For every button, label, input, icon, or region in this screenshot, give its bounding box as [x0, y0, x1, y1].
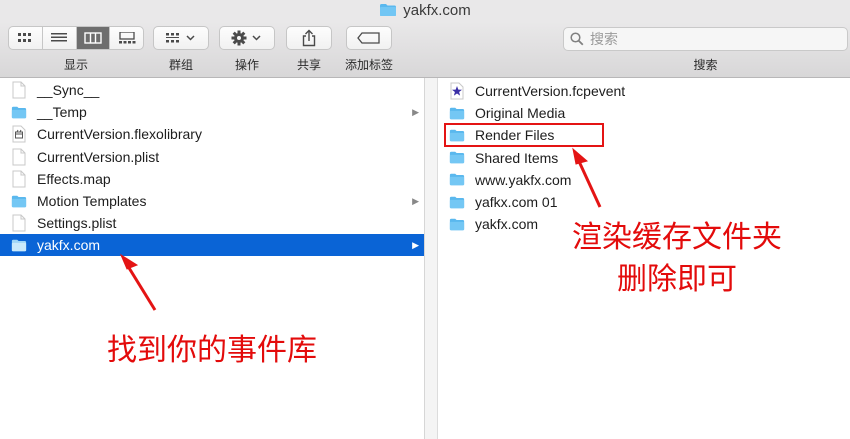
file-row[interactable]: CurrentVersion.flexolibrary	[0, 123, 424, 145]
folder-row[interactable]: Original Media	[438, 102, 850, 124]
item-label: yakfx.com	[37, 237, 101, 254]
item-label: yafkx.com 01	[475, 194, 558, 210]
star-document-icon	[449, 82, 465, 100]
annotation-delete-cache-line1: 渲染缓存文件夹	[572, 220, 782, 255]
item-label: Motion Templates	[37, 193, 147, 209]
column-view-icon	[84, 32, 102, 44]
annotation-find-library: 找到你的事件库	[107, 333, 317, 368]
item-label: yakfx.com	[475, 216, 539, 233]
item-label: Shared Items	[475, 149, 559, 166]
view-label: 显示	[63, 58, 88, 72]
folder-row[interactable]: yafkx.com 01	[438, 191, 850, 213]
file-row[interactable]: Effects.map	[0, 168, 424, 190]
gallery-view-button[interactable]	[110, 27, 143, 49]
item-label: Effects.map	[37, 170, 111, 187]
column-view-button[interactable]	[76, 27, 111, 49]
file-row[interactable]: CurrentVersion.plist	[0, 146, 424, 168]
folder-icon	[449, 149, 465, 167]
column-divider[interactable]	[425, 78, 438, 439]
file-row[interactable]: Settings.plist	[0, 212, 424, 234]
gallery-view-icon	[118, 32, 136, 44]
file-row[interactable]: CurrentVersion.fcpevent	[438, 80, 850, 102]
search-label: 搜索	[693, 58, 718, 72]
group-icon	[166, 33, 195, 43]
folder-icon	[11, 192, 27, 210]
disclosure-chevron-icon: ▶	[412, 107, 419, 118]
folder-row[interactable]: Motion Templates ▶	[0, 190, 424, 212]
group-label: 群组	[168, 58, 193, 72]
action-button[interactable]	[219, 26, 275, 50]
disclosure-chevron-icon: ▶	[412, 240, 419, 251]
render-files-highlight-box	[444, 123, 604, 147]
document-icon	[11, 148, 27, 166]
folder-icon	[449, 171, 465, 189]
file-row[interactable]: __Sync__	[0, 79, 424, 101]
document-icon	[11, 214, 27, 232]
item-label: __Temp	[37, 104, 87, 121]
folder-icon	[449, 193, 465, 211]
folder-icon	[11, 103, 27, 121]
item-label: CurrentVersion.flexolibrary	[37, 126, 202, 143]
folder-icon	[379, 3, 397, 21]
item-label: www.yakfx.com	[475, 171, 572, 188]
action-label: 操作	[234, 58, 259, 72]
add-tag-button[interactable]	[346, 26, 392, 50]
folder-row[interactable]: __Temp ▶	[0, 101, 424, 123]
share-label: 共享	[296, 58, 321, 72]
item-label: CurrentVersion.plist	[37, 148, 160, 165]
left-column: __Sync__ __Temp ▶ CurrentVersion.flexolibra…	[0, 78, 425, 439]
search-placeholder: 搜索	[590, 31, 618, 47]
view-mode-control[interactable]	[8, 26, 144, 50]
gear-icon	[231, 30, 261, 46]
list-view-icon	[51, 33, 68, 42]
folder-icon	[11, 236, 27, 254]
group-button[interactable]	[153, 26, 209, 50]
search-field[interactable]: 搜索	[563, 27, 848, 51]
title-bar: yakfx.com	[0, 0, 850, 22]
document-icon	[11, 81, 27, 99]
folder-icon	[449, 104, 465, 122]
item-label: CurrentVersion.fcpevent	[475, 83, 626, 99]
item-label: Settings.plist	[37, 215, 117, 232]
add-tag-label: 添加标签	[344, 58, 393, 72]
list-view-button[interactable]	[43, 27, 77, 49]
share-button[interactable]	[286, 26, 332, 50]
folder-row[interactable]: www.yakfx.com	[438, 169, 850, 191]
item-label: __Sync__	[37, 82, 100, 98]
search-icon	[570, 32, 584, 46]
window-title-text: yakfx.com	[403, 2, 471, 19]
toolbar: 显示 群组 操作 共享 添加标签 搜索 搜索	[0, 22, 850, 78]
folder-icon	[449, 215, 465, 233]
share-icon	[302, 29, 316, 47]
annotation-delete-cache-line2: 删除即可	[617, 262, 737, 297]
folder-row[interactable]: Shared Items	[438, 147, 850, 169]
disclosure-chevron-icon: ▶	[412, 196, 419, 206]
window-title: yakfx.com	[0, 2, 850, 21]
item-label: Original Media	[475, 105, 566, 122]
icon-view-icon	[18, 33, 32, 42]
document-icon	[11, 170, 27, 188]
library-document-icon	[11, 125, 27, 143]
icon-view-button[interactable]	[9, 27, 43, 49]
tag-icon	[357, 32, 380, 44]
folder-row[interactable]: yakfx.com ▶	[0, 234, 424, 257]
